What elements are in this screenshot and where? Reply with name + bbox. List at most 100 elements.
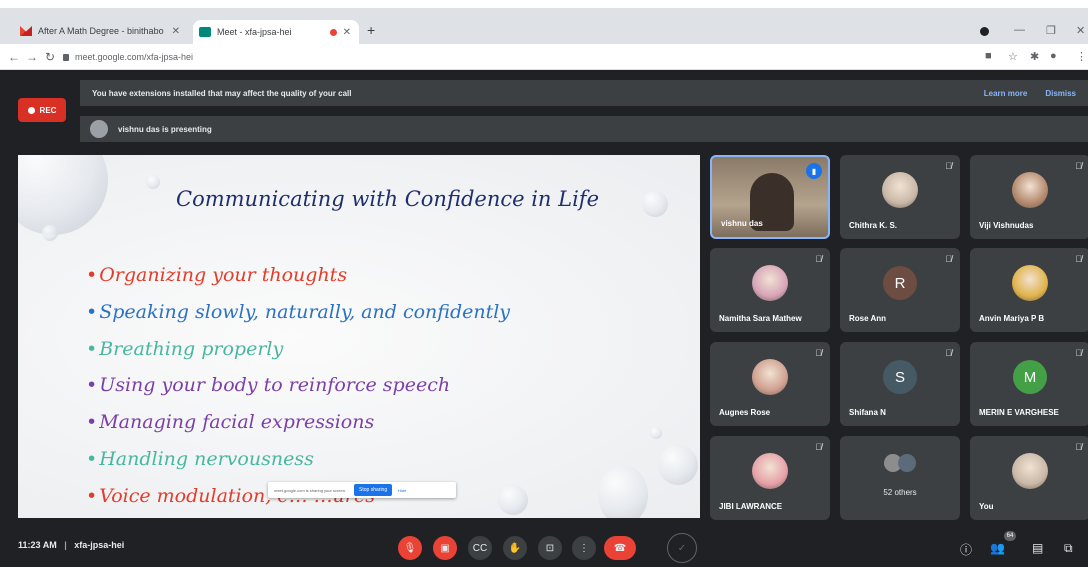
mic-off-icon: 🎙̸ xyxy=(945,348,952,358)
participant-count-badge: 64 xyxy=(1004,531,1016,541)
activities-icon[interactable]: ⧉ xyxy=(1064,541,1073,556)
separator: | xyxy=(64,540,67,550)
menu-kebab-icon[interactable]: ⋮ xyxy=(1076,50,1087,63)
close-window-button[interactable]: ✕ xyxy=(1076,24,1085,37)
meeting-control-bar: 11:23 AM | xfa-jpsa-hei 🎙 ▣ CC ✋ ⊡ ⋮ ☎ ✓… xyxy=(0,528,1088,567)
camera-off-button[interactable]: ▣ xyxy=(433,536,457,560)
others-count: 52 others xyxy=(883,488,917,497)
mic-off-icon: 🎙̸ xyxy=(1075,348,1082,358)
minimize-button[interactable]: — xyxy=(1014,24,1025,36)
new-tab-button[interactable]: + xyxy=(367,22,375,38)
address-bar-row: ← → ↻ meet.google.com/xfa-jpsa-hei ■ ☆ ✱… xyxy=(0,44,1088,70)
avatar xyxy=(1012,265,1048,302)
profile-avatar-icon[interactable]: ● xyxy=(1050,50,1057,62)
decor-bubble xyxy=(642,191,668,217)
slide-bullet: Using your body to reinforce speech xyxy=(86,367,510,404)
checkmark-button[interactable]: ✓ xyxy=(667,533,697,563)
share-notice-text: meet.google.com is sharing your screen. xyxy=(274,487,347,493)
avatar xyxy=(882,172,918,209)
avatar xyxy=(752,453,788,490)
browser-tab-strip: After A Math Degree - binithabo ✕ Meet -… xyxy=(0,8,1088,44)
reload-icon[interactable]: ↻ xyxy=(45,50,55,64)
participant-tile[interactable]: 🎙̸ You xyxy=(970,436,1088,520)
slide-bullet: Breathing properly xyxy=(86,331,510,368)
decor-bubble xyxy=(658,445,698,485)
avatar xyxy=(1012,172,1048,209)
close-tab-icon[interactable]: ✕ xyxy=(343,27,351,38)
participant-tile[interactable]: S 🎙̸ Shifana N xyxy=(840,342,960,426)
captions-button[interactable]: CC xyxy=(468,536,492,560)
participant-name: Augnes Rose xyxy=(719,408,771,417)
participant-name: Namitha Sara Mathew xyxy=(719,314,802,323)
record-dot-icon xyxy=(27,106,35,114)
profile-indicator-icon[interactable] xyxy=(980,27,989,36)
speaking-indicator-icon: ▮ xyxy=(806,163,822,179)
meeting-details-icon[interactable]: ⓘ xyxy=(960,541,972,558)
participant-tile[interactable]: 🎙̸ Chithra K. S. xyxy=(840,155,960,239)
avatar xyxy=(752,265,788,302)
extensions-icon[interactable]: ✱ xyxy=(1030,50,1039,63)
lock-icon xyxy=(63,53,69,61)
slide-bullet: Managing facial expressions xyxy=(86,404,510,441)
mic-off-button[interactable]: 🎙 xyxy=(398,536,422,560)
participant-tile[interactable]: 🎙̸ Anvin Mariya P B xyxy=(970,248,1088,332)
meet-icon xyxy=(199,27,211,37)
participant-name: MERIN E VARGHESE xyxy=(979,408,1059,417)
people-icon[interactable]: 👥 xyxy=(990,541,1005,555)
mic-off-icon: 🎙̸ xyxy=(815,254,822,264)
meeting-info: 11:23 AM | xfa-jpsa-hei xyxy=(18,540,124,550)
forward-icon[interactable]: → xyxy=(26,50,38,64)
participant-tile[interactable]: 🎙̸ Namitha Sara Mathew xyxy=(710,248,830,332)
participant-tile[interactable]: 🎙̸ JIBI LAWRANCE xyxy=(710,436,830,520)
tab-gmail[interactable]: After A Math Degree - binithabo ✕ xyxy=(20,22,188,40)
slide-bullet: Handling nervousness xyxy=(86,441,510,478)
stop-sharing-button[interactable]: Stop sharing xyxy=(354,484,393,496)
more-options-button[interactable]: ⋮ xyxy=(572,536,596,560)
dismiss-button[interactable]: Dismiss xyxy=(1045,89,1076,98)
leave-call-button[interactable]: ☎ xyxy=(604,536,636,560)
camera-permission-icon[interactable]: ■ xyxy=(985,50,992,62)
avatar-initial: R xyxy=(883,266,917,301)
participant-name: Chithra K. S. xyxy=(849,221,898,230)
presenting-banner: vishnu das is presenting xyxy=(80,116,1088,142)
participant-name: You xyxy=(979,502,994,511)
top-band xyxy=(0,0,1088,8)
mic-off-icon: 🎙̸ xyxy=(1075,254,1082,264)
presentation-screen: Communicating with Confidence in Life Or… xyxy=(18,155,700,518)
participant-tile[interactable]: R 🎙̸ Rose Ann xyxy=(840,248,960,332)
omnibox[interactable]: meet.google.com/xfa-jpsa-hei xyxy=(63,47,959,67)
participant-tile[interactable]: M 🎙̸ MERIN E VARGHESE xyxy=(970,342,1088,426)
close-tab-icon[interactable]: ✕ xyxy=(172,26,180,37)
mic-off-icon: 🎙̸ xyxy=(815,442,822,452)
avatar xyxy=(752,359,788,396)
mic-off-icon: 🎙̸ xyxy=(1075,161,1082,171)
others-avatars xyxy=(884,454,920,474)
participant-name: Shifana N xyxy=(849,408,886,417)
recording-badge[interactable]: REC xyxy=(18,98,66,122)
slide-title: Communicating with Confidence in Life xyxy=(176,187,599,211)
raise-hand-button[interactable]: ✋ xyxy=(503,536,527,560)
present-button[interactable]: ⊡ xyxy=(538,536,562,560)
participant-name: Rose Ann xyxy=(849,314,887,323)
slide-bullet-list: Organizing your thoughtsSpeaking slowly,… xyxy=(86,257,510,515)
back-icon[interactable]: ← xyxy=(8,50,20,64)
extension-warning-banner: You have extensions installed that may a… xyxy=(80,80,1088,106)
participant-tile[interactable]: 🎙̸ Augnes Rose xyxy=(710,342,830,426)
participant-tile[interactable]: 52 others xyxy=(840,436,960,520)
extension-warning-text: You have extensions installed that may a… xyxy=(92,88,352,98)
maximize-button[interactable]: ❐ xyxy=(1046,24,1056,37)
tab-meet[interactable]: Meet - xfa-jpsa-hei ✕ xyxy=(193,20,359,44)
participant-tile[interactable]: 🎙̸ Viji Vishnudas xyxy=(970,155,1088,239)
participant-name: Viji Vishnudas xyxy=(979,221,1034,230)
decor-bubble xyxy=(18,155,108,235)
slide-bullet: Speaking slowly, naturally, and confiden… xyxy=(86,294,510,331)
learn-more-link[interactable]: Learn more xyxy=(984,89,1028,98)
participant-name: Anvin Mariya P B xyxy=(979,314,1045,323)
rec-label: REC xyxy=(39,105,57,115)
gmail-icon xyxy=(20,26,32,36)
chat-icon[interactable]: ▤ xyxy=(1032,541,1043,555)
mic-off-icon: 🎙̸ xyxy=(945,254,952,264)
hide-button[interactable]: Hide xyxy=(398,488,406,493)
bookmark-star-icon[interactable]: ☆ xyxy=(1008,50,1018,63)
participant-tile[interactable]: ▮ vishnu das xyxy=(710,155,830,239)
